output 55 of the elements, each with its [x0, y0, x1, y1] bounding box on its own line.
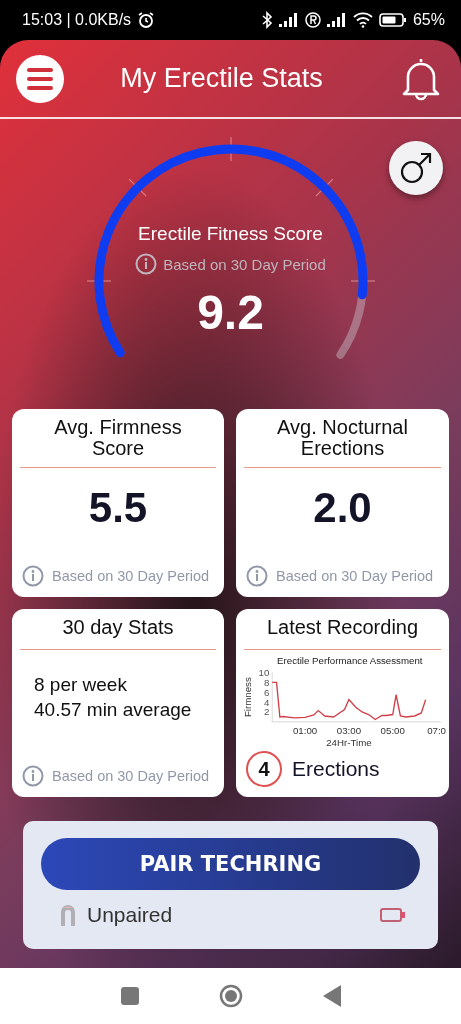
x-tick-label: 05:00: [380, 724, 405, 736]
y-tick-label: 6: [263, 686, 269, 698]
period-note: Based on 30 Day Period: [52, 568, 210, 584]
roaming-icon: [304, 12, 321, 28]
y-tick-label: 4: [263, 696, 269, 708]
card-title: 30 day Stats: [61, 617, 175, 640]
battery-icon: [378, 13, 407, 27]
stat-value: 5.5: [88, 484, 148, 533]
back-button[interactable]: [322, 985, 341, 1007]
stat-card[interactable]: 30 day Stats 8 per week 40.57 min average Based on 30 Day Period: [12, 609, 224, 797]
status-time: 15:03 | 0.0KB/s: [22, 11, 132, 29]
signal-icon: [278, 13, 299, 27]
page-title: My Erectile Stats: [119, 63, 324, 94]
y-axis-label: Firmness: [241, 677, 253, 718]
y-tick-label: 10: [258, 666, 269, 678]
stat-value: 2.0: [313, 484, 372, 533]
battery-percent: 65%: [412, 11, 445, 29]
period-note: Based on 30 Day Period: [163, 255, 326, 273]
score-value: 9.2: [197, 285, 264, 340]
signal-icon: [326, 13, 347, 27]
x-tick-label: 03:00: [336, 724, 361, 736]
count-label: Erections: [292, 757, 380, 781]
stat-card[interactable]: Avg. Nocturnal Erections 2.0 Based on 30 Day Period: [236, 409, 449, 597]
home-button[interactable]: [218, 984, 243, 1008]
stat-card[interactable]: Avg. Firmness Score 5.5 Based on 30 Day Period: [12, 409, 224, 597]
stats-text: 8 per week 40.57 min average: [33, 672, 192, 722]
period-note: Based on 30 Day Period: [276, 568, 434, 584]
bluetooth-icon: [260, 11, 273, 29]
pair-button[interactable]: PAIR TECHRING: [41, 838, 420, 890]
x-tick-label: 07:0: [426, 724, 446, 736]
card-title: Avg. Nocturnal Erections: [276, 417, 409, 459]
y-tick-label: 2: [263, 706, 269, 718]
info-icon: [22, 565, 44, 587]
score-title: Erectile Fitness Score: [138, 223, 323, 245]
alarm-icon: [137, 11, 156, 29]
info-icon: [246, 565, 268, 587]
period-note: Based on 30 Day Period: [52, 767, 210, 784]
device-status: Unpaired: [87, 903, 174, 927]
menu-button[interactable]: [16, 54, 64, 103]
erection-count: 4: [246, 751, 282, 787]
wifi-icon: [352, 12, 373, 28]
chart-title: Erectile Performance Assessment: [276, 654, 422, 666]
male-symbol-icon: [399, 151, 433, 185]
battery-icon: [380, 907, 406, 923]
info-icon: [135, 253, 158, 275]
male-symbol-button[interactable]: [389, 141, 443, 195]
info-icon: [22, 764, 44, 787]
x-axis-label: 24Hr-Time: [325, 737, 372, 749]
card-title: Avg. Firmness Score: [53, 417, 183, 459]
ring-icon: [59, 902, 77, 928]
x-tick-label: 01:00: [292, 724, 317, 736]
stat-card[interactable]: Latest Recording Erectile Performance Assessment Firmness 2 4 6 8 10 01:00 03:00 05:00 07:0 24Hr-Time 4 Erections: [236, 609, 449, 797]
y-tick-label: 8: [263, 676, 269, 688]
recents-button[interactable]: [120, 987, 139, 1005]
card-title: Latest Recording: [265, 617, 420, 640]
